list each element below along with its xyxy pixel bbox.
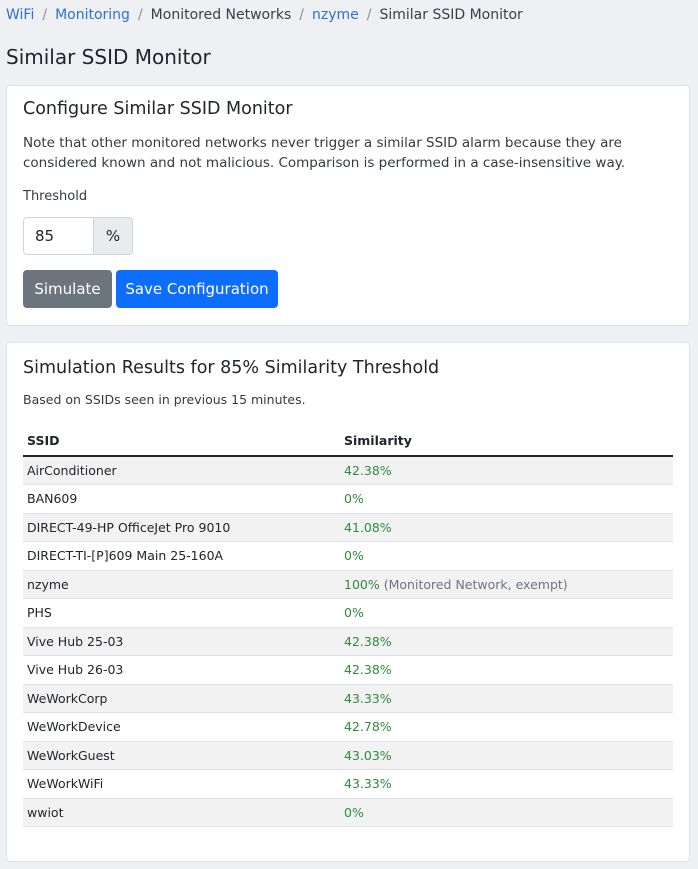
table-row: DIRECT-49-HP OfficeJet Pro 9010 41.08% — [23, 513, 673, 542]
similarity-cell: 0% — [340, 541, 673, 571]
table-row: WeWorkCorp 43.33% — [23, 684, 673, 713]
similarity-cell: 0% — [340, 598, 673, 628]
percent-addon: % — [93, 217, 133, 255]
similarity-value: 0% — [344, 605, 364, 621]
similarity-value: 42.38% — [344, 463, 392, 478]
threshold-label: Threshold — [23, 189, 88, 204]
results-subtitle: Based on SSIDs seen in previous 15 minut… — [23, 392, 306, 407]
table-row: AirConditioner 42.38% — [23, 456, 673, 485]
similarity-value: 0% — [344, 491, 364, 507]
similarity-value: 43.33% — [344, 776, 392, 792]
breadcrumb-separator: / — [366, 7, 372, 23]
table-row: WeWorkDevice 42.78% — [23, 712, 673, 742]
similarity-cell: 42.38% — [340, 627, 673, 656]
breadcrumb-monitoring[interactable]: Monitoring — [55, 7, 130, 23]
results-table: SSID Similarity AirConditioner 42.38% BAN6… — [23, 426, 673, 827]
table-row: BAN609 0% — [23, 484, 673, 514]
ssid-cell: WeWorkWiFi — [23, 769, 340, 799]
save-configuration-button[interactable]: Save Configuration — [116, 270, 278, 308]
page-title: Similar SSID Monitor — [6, 45, 211, 69]
ssid-cell: DIRECT-TI-[P]609 Main 25-160A — [23, 541, 340, 571]
simulate-button[interactable]: Simulate — [23, 270, 112, 308]
ssid-cell: PHS — [23, 598, 340, 628]
breadcrumb-monitored-networks: Monitored Networks — [150, 7, 292, 23]
similarity-value: 0% — [344, 804, 364, 820]
ssid-cell: AirConditioner — [23, 456, 340, 485]
similarity-cell: 0% — [340, 484, 673, 514]
similarity-cell: 43.33% — [340, 684, 673, 713]
table-row: Vive Hub 26-03 42.38% — [23, 655, 673, 685]
table-row: nzyme 100% (Monitored Network, exempt) — [23, 570, 673, 599]
similarity-value: 43.03% — [344, 747, 392, 763]
table-row: WeWorkWiFi 43.33% — [23, 769, 673, 799]
similarity-cell: 41.08% — [340, 513, 673, 542]
similarity-cell: 43.33% — [340, 769, 673, 799]
table-row: PHS 0% — [23, 598, 673, 628]
ssid-cell: WeWorkGuest — [23, 741, 340, 770]
results-table-body: AirConditioner 42.38% BAN609 0% DIRECT-49-HP… — [23, 456, 673, 827]
ssid-cell: nzyme — [23, 570, 340, 599]
table-header-row: SSID Similarity — [23, 426, 673, 457]
ssid-cell: Vive Hub 26-03 — [23, 655, 340, 685]
ssid-cell: wwiot — [23, 798, 340, 827]
breadcrumb-current: Similar SSID Monitor — [379, 7, 523, 23]
similarity-value: 42.38% — [344, 633, 392, 649]
similarity-cell: 42.38% — [340, 655, 673, 685]
exempt-note: (Monitored Network, exempt) — [383, 576, 568, 592]
similarity-value: 0% — [344, 548, 364, 564]
ssid-cell: DIRECT-49-HP OfficeJet Pro 9010 — [23, 513, 340, 542]
similarity-cell: 42.78% — [340, 712, 673, 742]
ssid-cell: BAN609 — [23, 484, 340, 514]
similarity-value: 43.33% — [344, 690, 392, 706]
ssid-cell: WeWorkDevice — [23, 712, 340, 742]
similarity-value: 42.38% — [344, 662, 392, 678]
threshold-input-group: % — [23, 217, 133, 255]
table-row: Vive Hub 25-03 42.38% — [23, 627, 673, 656]
ssid-cell: WeWorkCorp — [23, 684, 340, 713]
table-row: DIRECT-TI-[P]609 Main 25-160A 0% — [23, 541, 673, 571]
similarity-value: 42.78% — [344, 719, 392, 735]
configure-title: Configure Similar SSID Monitor — [23, 99, 293, 119]
results-title: Simulation Results for 85% Similarity Th… — [23, 358, 440, 378]
similarity-value: 41.08% — [344, 519, 392, 535]
similarity-cell: 100% (Monitored Network, exempt) — [340, 570, 673, 599]
simulation-results-card: Simulation Results for 85% Similarity Th… — [6, 342, 690, 862]
table-row: WeWorkGuest 43.03% — [23, 741, 673, 770]
breadcrumb-separator: / — [137, 7, 143, 23]
similarity-cell: 43.03% — [340, 741, 673, 770]
breadcrumb: WiFi / Monitoring / Monitored Networks /… — [0, 1, 698, 29]
breadcrumb-separator: / — [299, 7, 304, 23]
column-header-ssid: SSID — [23, 426, 340, 457]
table-row: wwiot 0% — [23, 798, 673, 827]
breadcrumb-wifi[interactable]: WiFi — [6, 7, 34, 23]
configure-card: Configure Similar SSID Monitor Note that… — [6, 85, 690, 326]
configure-note: Note that other monitored networks never… — [23, 135, 626, 171]
similarity-value: 100% — [344, 576, 380, 592]
threshold-input[interactable] — [23, 217, 93, 255]
similarity-cell: 0% — [340, 798, 673, 827]
column-header-similarity: Similarity — [340, 426, 673, 457]
ssid-cell: Vive Hub 25-03 — [23, 627, 340, 656]
breadcrumb-separator: / — [42, 7, 48, 23]
similarity-cell: 42.38% — [340, 456, 673, 485]
breadcrumb-nzyme[interactable]: nzyme — [312, 7, 359, 23]
